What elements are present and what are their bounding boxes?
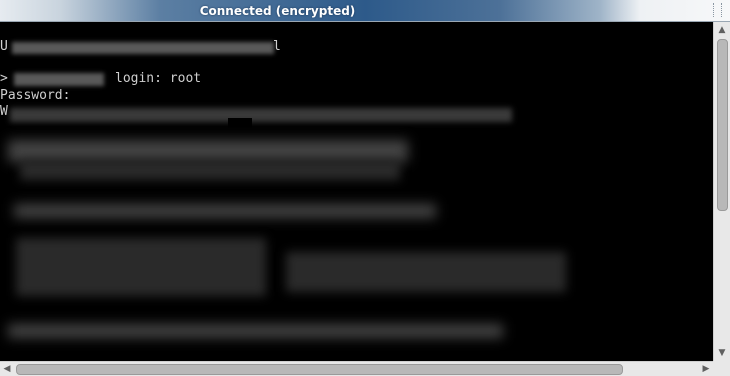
login-prompt: login: root — [115, 71, 202, 86]
redacted-ascii-art-left — [16, 238, 266, 296]
terminal-line-banner-start: U — [0, 39, 8, 54]
redacted-welcome-line — [10, 108, 512, 122]
redacted-block-2 — [20, 160, 400, 180]
vertical-scrollbar[interactable]: ▲ ▼ — [713, 22, 730, 361]
terminal-line-welcome-start: W — [0, 104, 8, 119]
scroll-up-icon[interactable]: ▲ — [714, 22, 730, 38]
scroll-down-icon[interactable]: ▼ — [714, 345, 730, 361]
scrollbar-corner — [713, 361, 730, 376]
scroll-left-icon[interactable]: ◀ — [0, 362, 14, 376]
redaction-gap — [228, 118, 252, 132]
scroll-right-icon[interactable]: ▶ — [699, 362, 713, 376]
terminal-screen[interactable]: U l > login: root Password: W — [0, 22, 713, 361]
redacted-hostname — [14, 73, 104, 86]
redacted-ascii-art-right — [286, 252, 566, 292]
redacted-block-3 — [14, 204, 436, 218]
title-bar[interactable]: Connected (encrypted) — [0, 0, 730, 22]
redacted-block-4 — [8, 324, 503, 338]
redacted-block-1 — [8, 140, 408, 162]
window-title: Connected (encrypted) — [199, 4, 356, 18]
horizontal-scrollbar[interactable]: ◀ ▶ — [0, 361, 713, 376]
redacted-banner — [12, 42, 274, 54]
terminal-prompt-marker: > — [0, 71, 8, 86]
resize-grip-icon[interactable] — [713, 3, 722, 17]
vertical-scroll-thumb[interactable] — [717, 39, 728, 211]
terminal-line-banner-end: l — [273, 39, 281, 54]
horizontal-scroll-thumb[interactable] — [16, 364, 623, 375]
password-prompt: Password: — [0, 88, 71, 103]
